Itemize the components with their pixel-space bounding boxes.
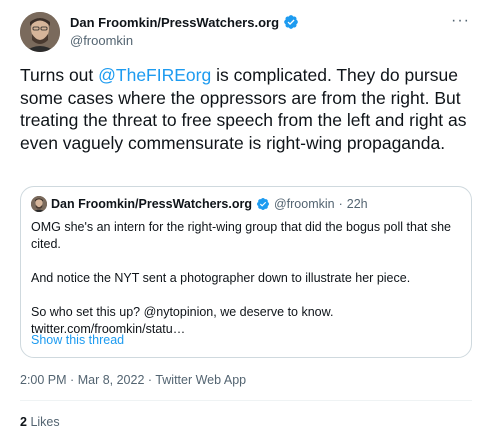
tweet-time[interactable]: 2:00 PM	[20, 373, 67, 387]
quoted-avatar	[31, 196, 47, 212]
quoted-line: And notice the NYT sent a photographer d…	[31, 271, 411, 285]
verified-badge-icon	[284, 15, 298, 29]
quoted-line: So who set this up? @nytopinion, we dese…	[31, 305, 334, 319]
tweet-date[interactable]: Mar 8, 2022	[78, 373, 145, 387]
quoted-separator: ·	[338, 197, 343, 211]
tweet-meta: 2:00 PM · Mar 8, 2022 · Twitter Web App	[20, 373, 246, 387]
more-options-icon[interactable]: ···	[451, 12, 470, 30]
author-name[interactable]: Dan Froomkin/PressWatchers.org	[70, 15, 279, 30]
meta-separator: ·	[147, 373, 153, 387]
author-name-row[interactable]: Dan Froomkin/PressWatchers.org	[70, 14, 299, 30]
likes-count-link[interactable]: 2 Likes	[20, 415, 60, 429]
show-thread-link[interactable]: Show this thread	[31, 333, 124, 347]
mention-link[interactable]: @TheFIREorg	[98, 65, 211, 85]
quoted-tweet[interactable]: Dan Froomkin/PressWatchers.org @froomkin…	[20, 186, 472, 358]
quoted-author-handle: @froomkin	[273, 197, 335, 211]
quoted-author-name: Dan Froomkin/PressWatchers.org	[51, 197, 252, 211]
meta-separator: ·	[70, 373, 75, 387]
tweet-text-before: Turns out	[20, 65, 99, 85]
likes-count: 2	[20, 415, 27, 429]
tweet: Dan Froomkin/PressWatchers.org @froomkin…	[0, 0, 484, 439]
divider	[20, 400, 472, 401]
author-handle[interactable]: @froomkin	[70, 33, 133, 48]
tweet-text: Turns out @TheFIREorg is complicated. Th…	[20, 64, 474, 154]
likes-label: Likes	[30, 415, 60, 429]
quoted-time: 22h	[346, 197, 368, 211]
quoted-tweet-text: OMG she's an intern for the right-wing g…	[31, 219, 461, 338]
tweet-source[interactable]: Twitter Web App	[155, 373, 246, 387]
quoted-verified-badge-icon	[257, 198, 269, 210]
quoted-line: OMG she's an intern for the right-wing g…	[31, 220, 451, 251]
avatar[interactable]	[20, 12, 60, 52]
quoted-tweet-header: Dan Froomkin/PressWatchers.org @froomkin…	[31, 196, 368, 212]
